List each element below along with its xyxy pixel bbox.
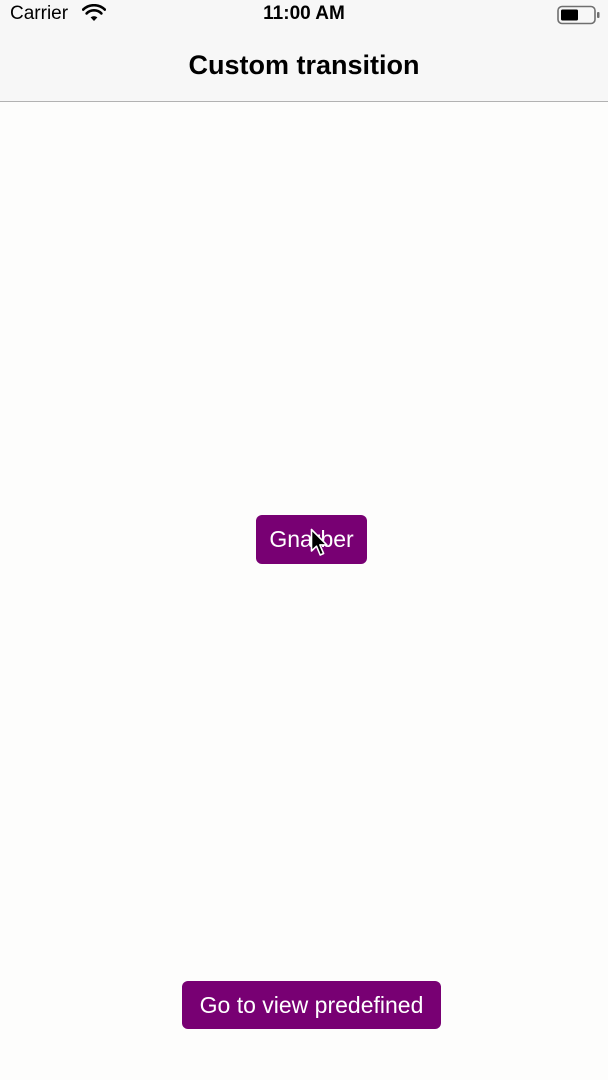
battery-icon (557, 5, 600, 25)
grabber-button[interactable]: Gnarber (256, 515, 367, 564)
navigation-bar: Carrier 11:00 AM Custom transition (0, 0, 608, 102)
status-time: 11:00 AM (263, 3, 345, 24)
app-screen: Carrier 11:00 AM Custom transition Gnarb… (0, 0, 608, 1080)
page-title: Custom transition (188, 50, 420, 80)
status-bar: Carrier 11:00 AM (0, 0, 608, 30)
go-to-view-predefined-button[interactable]: Go to view predefined (182, 981, 441, 1029)
